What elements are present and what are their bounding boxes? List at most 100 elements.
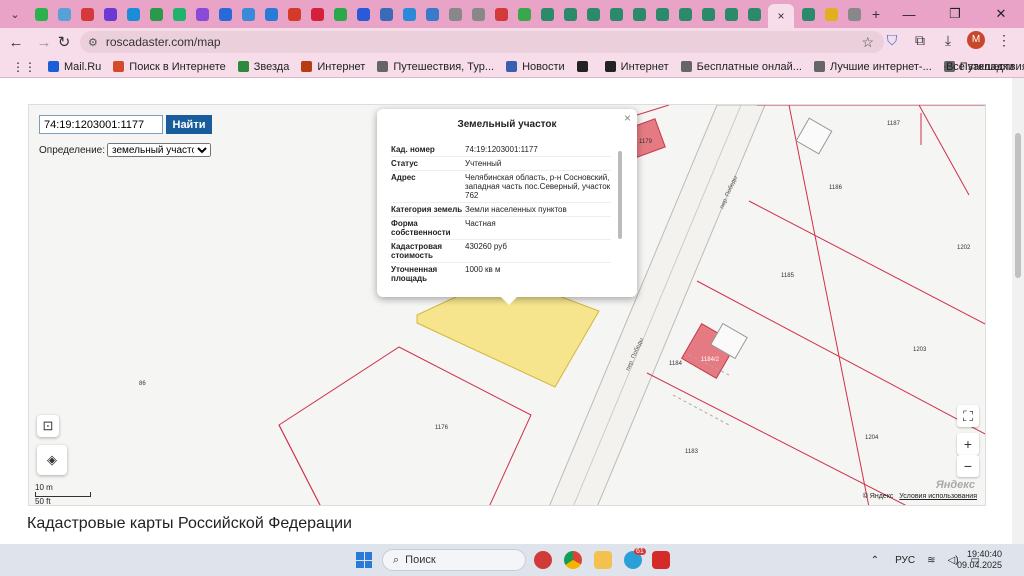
label-1204: 1204 — [865, 435, 879, 441]
tab-favicon[interactable] — [288, 7, 301, 21]
tab-favicon[interactable] — [564, 7, 577, 21]
address-bar[interactable]: ⚙ roscadaster.com/map ☆ — [80, 31, 884, 53]
bookmark-star-icon[interactable]: ☆ — [861, 34, 874, 51]
page-scrollbar-thumb[interactable] — [1015, 133, 1021, 278]
pdf-reader-icon[interactable] — [652, 551, 670, 569]
language-indicator[interactable]: РУС — [895, 555, 915, 566]
tab-favicon[interactable] — [656, 7, 669, 21]
tab-favicon[interactable] — [825, 7, 838, 21]
close-window-icon[interactable]: ✕ — [978, 6, 1024, 22]
popup-scrollbar-thumb[interactable] — [618, 151, 622, 239]
tab-favicon[interactable] — [725, 7, 738, 21]
close-icon[interactable]: × — [777, 9, 784, 23]
tab-favicon[interactable] — [848, 7, 861, 21]
tab-favicon[interactable] — [426, 7, 439, 21]
tab-favicon[interactable] — [541, 7, 554, 21]
bookmark-label: Интернет — [620, 60, 669, 73]
cadastral-map[interactable]: 1187 1186 1202 1185 1203 1184 1184/2 118… — [28, 104, 986, 506]
zoom-in-button[interactable]: + — [957, 433, 979, 455]
tab-favicon[interactable] — [702, 7, 715, 21]
menu-icon[interactable]: ⋮ — [990, 32, 1018, 49]
search-icon: ⌕ — [393, 553, 400, 566]
bookmark-item[interactable]: Интернет — [301, 61, 365, 73]
tab-favicon[interactable] — [495, 7, 508, 21]
layers-button[interactable]: ◈ — [37, 445, 67, 475]
all-bookmarks[interactable]: Все закладки — [943, 61, 1014, 73]
taskbar-search[interactable]: ⌕ Поиск — [382, 549, 526, 571]
shield-icon[interactable]: ⛉ — [878, 32, 906, 49]
tab-favicon[interactable] — [196, 7, 209, 21]
tab-favicon[interactable] — [472, 7, 485, 21]
tab-favicon[interactable] — [150, 7, 163, 21]
start-icon[interactable] — [356, 552, 372, 568]
tab-search-button[interactable]: ⌄ — [4, 3, 26, 25]
tab-favicon[interactable] — [242, 7, 255, 21]
tab-favicon[interactable] — [610, 7, 623, 21]
active-tab[interactable]: × — [768, 4, 794, 28]
tab-favicon[interactable] — [357, 7, 370, 21]
wifi-icon[interactable]: ≋ — [927, 555, 935, 566]
bookmark-item[interactable]: Лучшие интернет-... — [813, 61, 932, 73]
popup-scrollbar[interactable] — [618, 145, 623, 275]
download-icon[interactable]: ⤓ — [934, 32, 962, 49]
bookmark-item[interactable]: Поиск в Интернете — [113, 60, 226, 73]
definition-select[interactable]: земельный участок — [107, 143, 212, 157]
label-1185: 1185 — [781, 273, 795, 279]
tab-favicon[interactable] — [679, 7, 692, 21]
terms-link[interactable]: Условия использования — [899, 493, 977, 500]
yandex-browser-icon[interactable] — [534, 551, 552, 569]
tab-favicon[interactable] — [58, 7, 71, 21]
minimize-icon[interactable]: — — [886, 7, 932, 22]
bookmark-item[interactable] — [576, 61, 593, 72]
popup-row-value: Челябинская область, р-н Сосновский, зап… — [465, 173, 611, 200]
bookmark-favicon — [377, 61, 389, 72]
site-info-icon[interactable]: ⚙ — [88, 36, 98, 49]
scale-meters: 10 m — [35, 483, 53, 492]
tab-favicon[interactable] — [380, 7, 393, 21]
bookmark-label: Поиск в Интернете — [129, 60, 226, 73]
tab-favicon[interactable] — [173, 7, 186, 21]
tab-favicon[interactable] — [127, 7, 140, 21]
bookmark-item[interactable]: Путешествия, Тур... — [377, 61, 494, 73]
tab-favicon[interactable] — [518, 7, 531, 21]
bookmark-item[interactable]: Звезда — [237, 61, 289, 73]
parcel-boundary — [788, 105, 870, 505]
tab-favicon[interactable] — [633, 7, 646, 21]
find-button[interactable]: Найти — [166, 115, 212, 134]
bookmark-label: Путешествия, Тур... — [393, 60, 495, 73]
tab-favicon[interactable] — [311, 7, 324, 21]
url-text[interactable]: roscadaster.com/map — [106, 35, 221, 49]
ruler-button[interactable]: ⊡ — [37, 415, 59, 437]
bookmark-item[interactable]: Интернет — [604, 60, 669, 73]
tab-favicon[interactable] — [802, 7, 815, 21]
fullscreen-button[interactable]: ⛶ — [957, 405, 979, 427]
tab-favicon[interactable] — [403, 7, 416, 21]
page-scrollbar[interactable] — [1012, 78, 1024, 544]
chevron-up-icon[interactable]: ⌃ — [871, 555, 879, 566]
tab-favicon[interactable] — [81, 7, 94, 21]
apps-grid-icon[interactable]: ⋮⋮ — [12, 60, 36, 74]
bookmark-item[interactable]: Новости — [506, 61, 565, 73]
new-tab-button[interactable]: + — [866, 6, 886, 22]
tab-favicon[interactable] — [334, 7, 347, 21]
cadastral-number-input[interactable] — [39, 115, 163, 134]
maximize-icon[interactable]: ❐ — [932, 6, 978, 22]
tab-favicon[interactable] — [449, 7, 462, 21]
tab-favicon[interactable] — [265, 7, 278, 21]
bookmark-item[interactable]: Mail.Ru — [48, 61, 101, 73]
extensions-icon[interactable]: ⧉ — [906, 32, 934, 49]
file-explorer-icon[interactable] — [594, 551, 612, 569]
profile-avatar[interactable]: M — [967, 31, 985, 49]
system-clock[interactable]: 19:40:40 09.04.2025 — [957, 549, 1002, 571]
tab-favicon[interactable] — [35, 7, 48, 21]
tab-favicon[interactable] — [219, 7, 232, 21]
bookmark-item[interactable]: Бесплатные онлай... — [680, 61, 802, 73]
back-icon[interactable]: ← — [2, 34, 30, 51]
chrome-icon[interactable] — [564, 551, 582, 569]
tab-favicon[interactable] — [748, 7, 761, 21]
zoom-out-button[interactable]: − — [957, 455, 979, 477]
tab-favicon[interactable] — [104, 7, 117, 21]
popup-row-value: Земли населенных пунктов — [465, 205, 567, 214]
reload-icon[interactable]: ↻ — [50, 33, 78, 51]
tab-favicon[interactable] — [587, 7, 600, 21]
